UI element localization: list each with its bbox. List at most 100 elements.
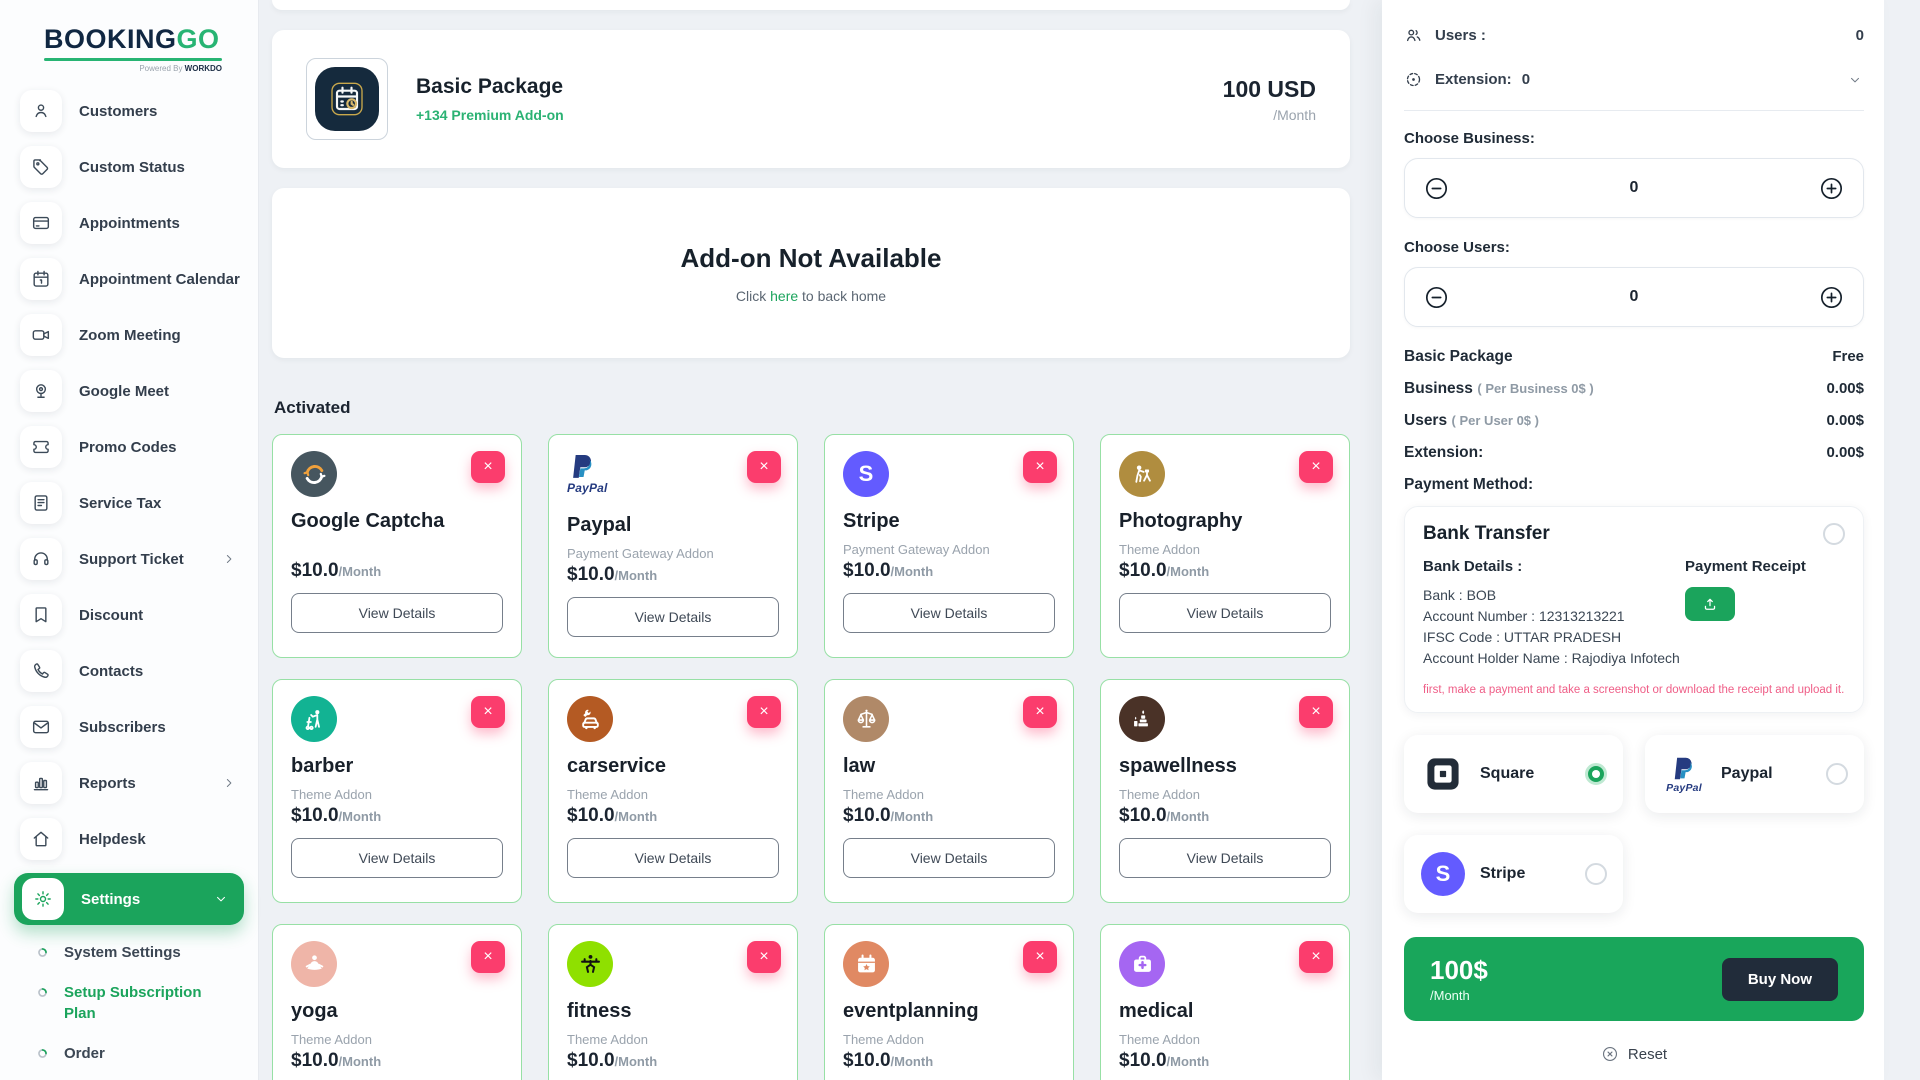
sidebar-item-google-meet[interactable]: Google Meet xyxy=(20,369,258,413)
users-decrement-button[interactable] xyxy=(1423,284,1450,311)
view-details-button[interactable]: View Details xyxy=(567,597,779,637)
brand-logo-text: BOOKINGGO xyxy=(44,24,220,54)
square-logo-icon xyxy=(1420,752,1466,796)
remove-addon-button[interactable]: × xyxy=(747,941,781,973)
bank-transfer-note: first, make a payment and take a screens… xyxy=(1423,684,1845,696)
business-decrement-button[interactable] xyxy=(1423,175,1450,202)
headset-icon xyxy=(20,538,62,580)
sidebar-subitem-order[interactable]: Order xyxy=(0,1034,258,1074)
circle-x-icon xyxy=(1601,1045,1619,1063)
upload-receipt-button[interactable] xyxy=(1685,587,1735,621)
users-icon xyxy=(1404,26,1423,45)
addon-name: eventplanning xyxy=(843,1000,979,1022)
addon-subtitle xyxy=(291,542,503,558)
package-title: Basic Package xyxy=(416,75,564,98)
addon-subtitle: Theme Addon xyxy=(843,1032,924,1047)
remove-addon-button[interactable]: × xyxy=(1299,451,1333,483)
sidebar-item-settings[interactable]: Settings xyxy=(14,873,244,925)
card-icon xyxy=(20,202,62,244)
view-details-button[interactable]: View Details xyxy=(1119,593,1331,633)
reset-button[interactable]: Reset xyxy=(1404,1045,1864,1063)
sidebar-item-discount[interactable]: Discount xyxy=(20,593,258,637)
sidebar-item-support-ticket[interactable]: Support Ticket xyxy=(20,537,258,581)
law-icon xyxy=(843,696,889,742)
addon-price: $10.0/Month xyxy=(291,1050,382,1071)
sidebar-nav: Customers Custom Status Appointments Appoin… xyxy=(0,89,258,1074)
barber-icon xyxy=(291,696,337,742)
remove-addon-button[interactable]: × xyxy=(1299,696,1333,728)
addon-card-spawellness: × spawellness Theme Addon $10.0/Month View D… xyxy=(1100,679,1350,903)
view-details-button[interactable]: View Details xyxy=(291,593,503,633)
scrolled-card-edge xyxy=(272,0,1350,10)
sidebar-item-customers[interactable]: Customers xyxy=(20,89,258,133)
view-details-button[interactable]: View Details xyxy=(567,838,779,878)
sidebar-item-helpdesk[interactable]: Helpdesk xyxy=(20,817,258,861)
remove-addon-button[interactable]: × xyxy=(471,941,505,973)
addon-price: $10.0/Month xyxy=(843,560,934,581)
sidebar-item-subscribers[interactable]: Subscribers xyxy=(20,705,258,749)
sidebar-item-service-tax[interactable]: Service Tax xyxy=(20,481,258,525)
radio-stripe[interactable] xyxy=(1585,863,1607,885)
summary-rows: Basic Package Free Business ( Per Busines… xyxy=(1404,348,1864,462)
payment-method-stripe[interactable]: S Stripe xyxy=(1404,835,1623,913)
users-increment-button[interactable] xyxy=(1818,284,1845,311)
business-increment-button[interactable] xyxy=(1818,175,1845,202)
remove-addon-button[interactable]: × xyxy=(1023,696,1057,728)
bullet-icon xyxy=(36,986,49,999)
sidebar-subitem-system-settings[interactable]: System Settings xyxy=(0,933,258,973)
addon-card-paypal: PayPal × Paypal Payment Gateway Addon $10.0/… xyxy=(548,434,798,658)
event-icon xyxy=(843,941,889,987)
brand-logo[interactable]: BOOKINGGO Powered By WORKDO xyxy=(0,0,222,73)
buy-now-button[interactable]: Buy Now xyxy=(1721,957,1838,1001)
sidebar-subitem-setup-subscription-plan[interactable]: Setup Subscription Plan xyxy=(0,973,258,1034)
extension-toggle-row[interactable]: Extension: 0 xyxy=(1404,70,1864,89)
sidebar-item-promo-codes[interactable]: Promo Codes xyxy=(20,425,258,469)
total-amount: 100$ xyxy=(1430,955,1488,985)
calendar-check-icon xyxy=(315,67,379,131)
payment-method-paypal[interactable]: PayPal Paypal xyxy=(1645,735,1864,813)
ifsc-code-line: IFSC Code : UTTAR PRADESH xyxy=(1423,629,1622,645)
view-details-button[interactable]: View Details xyxy=(1119,838,1331,878)
addon-name: carservice xyxy=(567,755,666,777)
bank-transfer-title: Bank Transfer xyxy=(1423,523,1550,544)
radio-square[interactable] xyxy=(1585,763,1607,785)
receipt-icon xyxy=(20,482,62,524)
sidebar-item-reports[interactable]: Reports xyxy=(20,761,258,805)
package-card: Basic Package +134 Premium Add-on 100 US… xyxy=(272,30,1350,168)
package-price-period: /Month xyxy=(1273,106,1316,123)
bank-transfer-card: Bank Transfer Bank Details : Bank : BOB … xyxy=(1404,506,1864,713)
sidebar-item-custom-status[interactable]: Custom Status xyxy=(20,145,258,189)
sidebar-item-contacts[interactable]: Contacts xyxy=(20,649,258,693)
payment-method-square[interactable]: Square xyxy=(1404,735,1623,813)
settings-submenu: System Settings Setup Subscription Plan Or… xyxy=(0,933,258,1074)
remove-addon-button[interactable]: × xyxy=(471,451,505,483)
sidebar-item-appointments[interactable]: Appointments xyxy=(20,201,258,245)
remove-addon-button[interactable]: × xyxy=(747,696,781,728)
sidebar-item-zoom-meeting[interactable]: Zoom Meeting xyxy=(20,313,258,357)
sidebar-item-appointment-calendar[interactable]: Appointment Calendar xyxy=(20,257,258,301)
remove-addon-button[interactable]: × xyxy=(747,451,781,483)
stripe-icon: S xyxy=(843,451,889,497)
remove-addon-button[interactable]: × xyxy=(471,696,505,728)
addon-price: $10.0/Month xyxy=(1119,805,1210,826)
view-details-button[interactable]: View Details xyxy=(843,593,1055,633)
premium-addon-link[interactable]: +134 Premium Add-on xyxy=(416,107,564,123)
back-home-link[interactable]: here xyxy=(770,288,798,304)
bank-transfer-radio[interactable] xyxy=(1823,523,1845,545)
users-stepper: 0 xyxy=(1404,267,1864,327)
users-count-value: 0 xyxy=(1855,27,1864,44)
extension-icon xyxy=(1404,70,1423,89)
remove-addon-button[interactable]: × xyxy=(1023,451,1057,483)
bullet-icon xyxy=(36,946,49,959)
radio-paypal[interactable] xyxy=(1826,763,1848,785)
remove-addon-button[interactable]: × xyxy=(1299,941,1333,973)
view-details-button[interactable]: View Details xyxy=(843,838,1055,878)
summary-row-basic-package: Basic Package Free xyxy=(1404,348,1864,365)
subscription-panel: Users : 0 Extension: 0 Choose Business: … xyxy=(1382,0,1884,1080)
tag-icon xyxy=(20,146,62,188)
addon-subtitle: Theme Addon xyxy=(291,787,372,802)
bullet-icon xyxy=(36,1047,49,1060)
addon-subtitle: Theme Addon xyxy=(567,1032,648,1047)
remove-addon-button[interactable]: × xyxy=(1023,941,1057,973)
view-details-button[interactable]: View Details xyxy=(291,838,503,878)
